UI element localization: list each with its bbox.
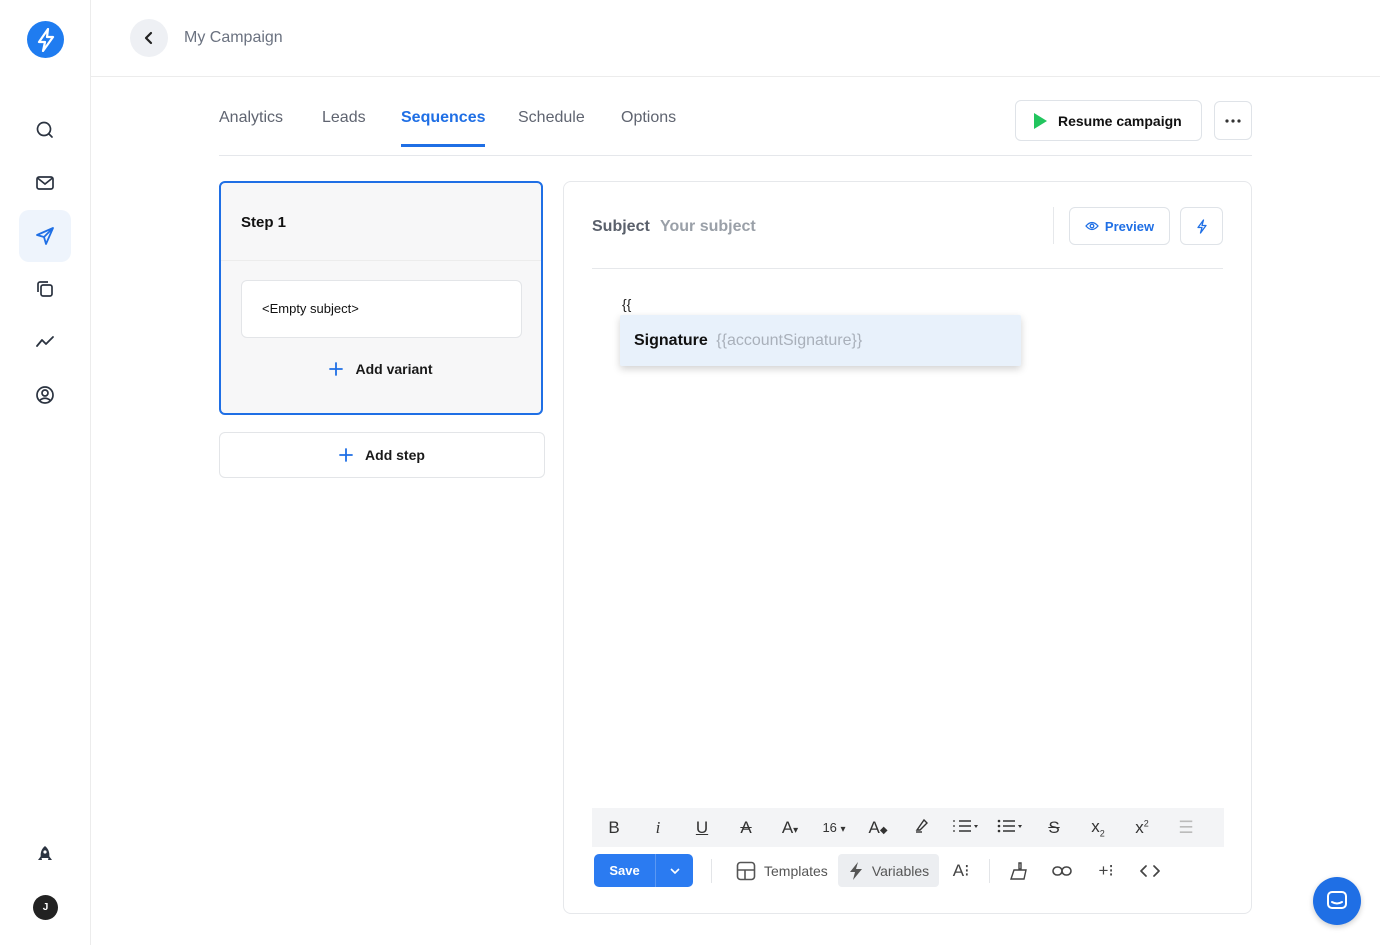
variant-subject: <Empty subject> (262, 301, 359, 316)
plus-icon (329, 362, 344, 376)
tab-schedule[interactable]: Schedule (518, 109, 585, 144)
add-variant-label: Add variant (355, 361, 433, 377)
divider (989, 858, 991, 883)
variant-item[interactable]: <Empty subject> (241, 280, 522, 338)
preview-button[interactable]: Preview (1069, 207, 1170, 245)
templates-label: Templates (764, 862, 828, 879)
variables-label: Variables (871, 862, 930, 879)
editor-action-bar: Save Templates Variables A⁝ +⁝ (594, 854, 1234, 887)
link-icon[interactable] (1040, 854, 1084, 887)
font-size-value: 16 (822, 820, 837, 835)
send-icon[interactable] (19, 210, 71, 262)
templates-button[interactable]: Templates (726, 854, 838, 887)
save-dropdown-button[interactable] (656, 854, 693, 887)
resume-label: Resume campaign (1058, 112, 1182, 129)
text-color-icon[interactable]: A◆ (856, 818, 900, 838)
insert-icon[interactable]: +⁝ (1084, 854, 1128, 887)
tab-leads[interactable]: Leads (322, 109, 366, 144)
chat-support-button[interactable] (1313, 877, 1361, 925)
mail-icon[interactable] (19, 157, 71, 209)
add-variant-button[interactable]: Add variant (221, 361, 541, 377)
strikethrough-icon[interactable]: S (1032, 818, 1076, 838)
play-icon (1034, 112, 1047, 129)
step-card[interactable]: Step 1 <Empty subject> Add variant (219, 181, 543, 415)
templates-icon (736, 861, 756, 880)
code-view-icon[interactable] (1128, 854, 1172, 887)
text-style-icon[interactable]: A⁝ (939, 854, 983, 887)
outdent-icon[interactable]: ☰ (1164, 818, 1208, 838)
analytics-icon[interactable] (19, 316, 71, 368)
chevron-left-icon (144, 31, 153, 45)
search-icon[interactable] (19, 104, 71, 156)
header: My Campaign (91, 0, 1380, 77)
preview-label: Preview (1104, 218, 1155, 234)
suggestion-name: Signature (634, 332, 708, 349)
subject-label: Subject (592, 218, 650, 235)
editor-body[interactable]: {{ (622, 296, 631, 312)
bolt-icon (1196, 218, 1207, 234)
subscript-icon[interactable]: x2 (1076, 817, 1120, 838)
tab-options[interactable]: Options (621, 109, 676, 144)
eye-icon (1085, 221, 1099, 231)
save-label[interactable]: Save (594, 854, 656, 887)
clean-brush-icon[interactable] (996, 854, 1040, 887)
bolt-icon (849, 861, 862, 880)
bullet-list-icon[interactable] (988, 818, 1032, 838)
superscript-icon[interactable]: x2 (1120, 818, 1164, 838)
rocket-icon[interactable] (19, 828, 71, 880)
logo-bolt-icon[interactable] (27, 21, 64, 58)
variables-button[interactable]: Variables (837, 854, 940, 887)
avatar[interactable]: J (33, 895, 58, 920)
variable-suggestion[interactable]: Signature {{accountSignature}} (620, 315, 1021, 366)
subject-row: Subject Your subject Preview (592, 202, 1223, 269)
clear-format-icon[interactable]: A (724, 818, 768, 838)
ordered-list-icon[interactable] (944, 818, 988, 838)
step-title: Step 1 (221, 183, 541, 261)
suggestion-variable: {{accountSignature}} (716, 332, 863, 349)
add-step-button[interactable]: Add step (219, 432, 545, 478)
bold-icon[interactable]: B (592, 818, 636, 838)
plus-icon (339, 448, 353, 462)
page-title: My Campaign (184, 29, 283, 46)
tab-analytics[interactable]: Analytics (219, 109, 283, 144)
divider (711, 858, 712, 883)
app-root: J My Campaign Analytics Leads Sequences … (0, 0, 1380, 945)
add-step-label: Add step (365, 447, 425, 463)
chevron-down-icon (669, 867, 680, 874)
save-button[interactable]: Save (594, 854, 693, 887)
resume-campaign-button[interactable]: Resume campaign (1015, 100, 1202, 141)
underline-icon[interactable]: U (680, 818, 724, 838)
divider (1053, 207, 1054, 244)
more-options-button[interactable] (1214, 101, 1252, 140)
tab-sequences[interactable]: Sequences (401, 109, 486, 147)
tab-bar: Analytics Leads Sequences Schedule Optio… (219, 100, 1252, 156)
chat-icon (1327, 891, 1347, 909)
sidebar: J (0, 0, 91, 945)
user-circle-icon[interactable] (19, 369, 71, 421)
highlight-icon[interactable] (900, 817, 944, 838)
copy-icon[interactable] (19, 263, 71, 315)
font-family-icon[interactable]: A▾ (768, 818, 812, 838)
italic-icon[interactable]: i (636, 818, 680, 838)
ellipsis-icon (1225, 118, 1241, 123)
email-editor: Subject Your subject Preview {{ Signatur… (563, 181, 1252, 914)
subject-input[interactable]: Your subject (660, 218, 756, 236)
font-size-select[interactable]: 16 ▾ (812, 820, 856, 835)
formatting-toolbar: B i U A A▾ 16 ▾ A◆ S x2 x2 ☰ (592, 808, 1224, 847)
ai-bolt-button[interactable] (1180, 207, 1223, 245)
back-button[interactable] (130, 19, 168, 57)
